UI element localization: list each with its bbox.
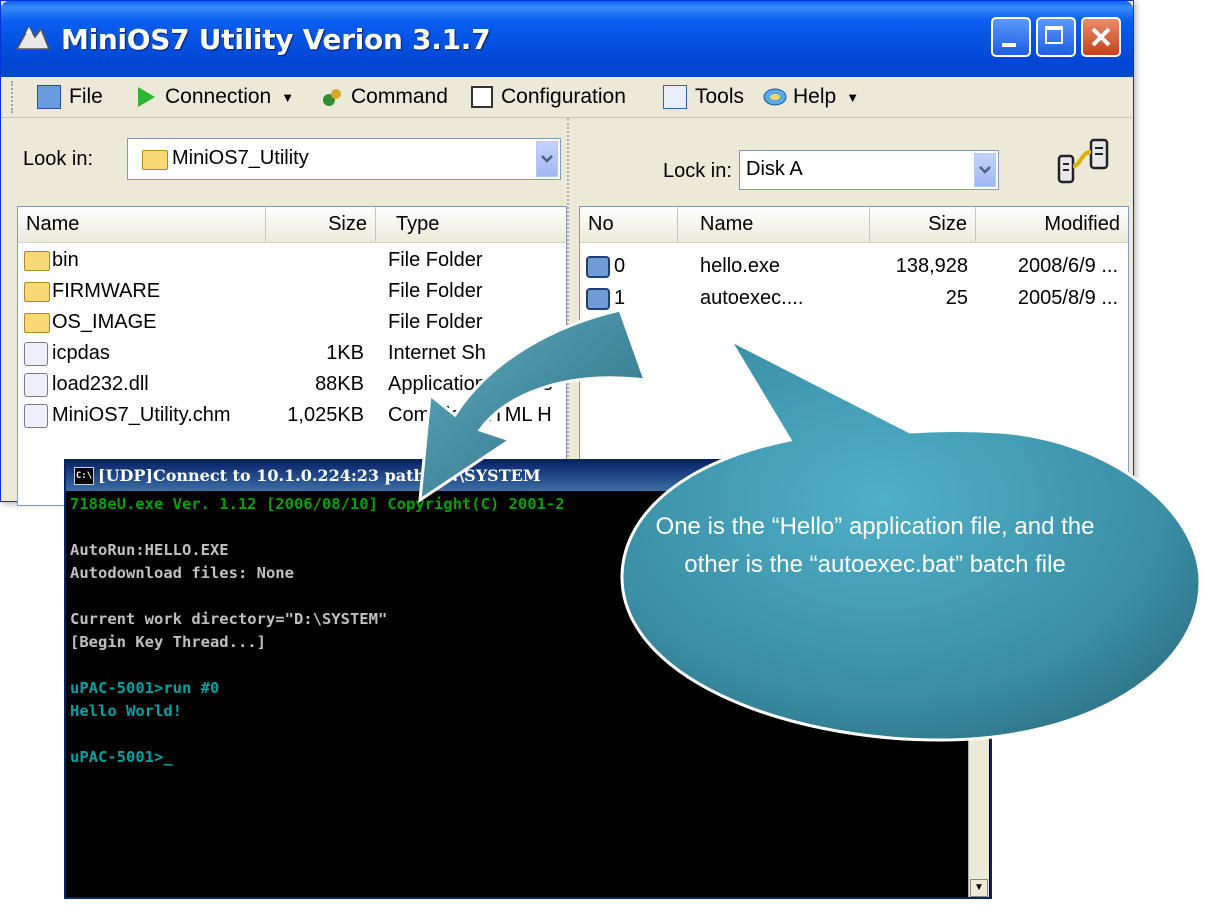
folder-icon <box>24 250 50 271</box>
file-type: File Folder <box>388 249 483 271</box>
console-line: uPAC-5001>_ <box>70 748 173 766</box>
file-name: MiniOS7_Utility.chm <box>52 404 231 426</box>
dropdown-arrow[interactable] <box>536 141 558 177</box>
chevron-down-icon <box>979 166 991 174</box>
folder-icon <box>142 150 168 170</box>
console-line: [Begin Key Thread...] <box>70 633 266 651</box>
table-row[interactable]: 0 hello.exe 138,928 2008/6/9 ... <box>586 251 1126 282</box>
chevron-down-icon <box>541 155 553 163</box>
disk-value: Disk A <box>746 158 803 180</box>
look-in-value: MiniOS7_Utility <box>172 147 309 169</box>
column-header[interactable]: Size <box>266 207 376 241</box>
console-line: uPAC-5001>run #0 <box>70 679 220 697</box>
app-icon <box>15 21 51 53</box>
disk-dropdown[interactable]: Disk A <box>739 150 999 190</box>
file-no: 0 <box>614 255 626 277</box>
maximize-button[interactable] <box>1036 17 1076 57</box>
column-header[interactable]: Name <box>18 207 266 241</box>
console-line: AutoRun:HELLO.EXE <box>70 541 229 559</box>
file-name: OS_IMAGE <box>52 311 157 333</box>
tools-icon <box>663 85 687 109</box>
file-size: 88KB <box>315 373 364 395</box>
file-icon <box>24 403 48 428</box>
help-icon <box>763 86 787 108</box>
console-output[interactable]: 7188eU.exe Ver. 1.12 [2006/08/10] Copyri… <box>70 493 565 769</box>
file-name: bin <box>52 249 79 271</box>
table-row[interactable]: bin File Folder <box>24 245 564 276</box>
console-icon: C:\ <box>74 467 94 485</box>
file-name: autoexec.... <box>700 287 804 309</box>
file-name: FIRMWARE <box>52 280 161 302</box>
menu-label: Help <box>793 85 837 108</box>
disk-file-icon <box>586 255 610 278</box>
menu-label: File <box>69 85 103 108</box>
console-line: Autodownload files: None <box>70 564 294 582</box>
minimize-button[interactable] <box>991 17 1031 57</box>
menu-label: Connection <box>165 85 272 108</box>
command-icon <box>321 86 343 108</box>
file-size: 1,025KB <box>287 404 364 426</box>
file-name: load232.dll <box>52 373 149 395</box>
column-header[interactable]: Modified <box>976 207 1128 241</box>
play-icon <box>135 86 157 108</box>
callout-text: One is the “Hello” application file, and… <box>655 513 1095 578</box>
menu-label: Configuration <box>501 85 626 108</box>
connection-icon[interactable] <box>1055 136 1115 188</box>
toolbar-grip[interactable] <box>11 81 17 113</box>
chevron-down-icon: ▼ <box>974 882 984 893</box>
scroll-down-button[interactable]: ▼ <box>970 879 988 897</box>
file-size: 1KB <box>326 342 364 364</box>
menu-label: Command <box>351 85 448 108</box>
column-header[interactable]: Type <box>388 207 568 241</box>
folder-icon <box>24 312 50 333</box>
table-row[interactable]: 1 autoexec.... 25 2005/8/9 ... <box>586 283 1126 314</box>
list-header: Name Size Type <box>18 207 566 243</box>
lock-in-label: Lock in: <box>663 160 732 182</box>
menu-label: Tools <box>695 85 745 108</box>
chevron-down-icon: ▼ <box>281 89 295 105</box>
menu-file[interactable]: File <box>37 83 103 111</box>
file-icon <box>37 85 61 109</box>
close-button[interactable] <box>1081 17 1121 57</box>
column-header[interactable]: Name <box>678 207 870 241</box>
toolbar: File Connection ▼ Command Configuration T… <box>1 77 1133 118</box>
menu-connection[interactable]: Connection ▼ <box>135 83 294 111</box>
console-line: Current work directory="D:\SYSTEM" <box>70 610 388 628</box>
window-title: MiniOS7 Utility Verion 3.1.7 <box>61 23 491 56</box>
file-name: hello.exe <box>700 255 781 277</box>
dropdown-arrow[interactable] <box>974 153 996 187</box>
menu-tools[interactable]: Tools <box>663 83 744 111</box>
file-modified: 2008/6/9 ... <box>1017 255 1118 277</box>
file-size: 25 <box>945 287 968 309</box>
title-bar[interactable]: MiniOS7 Utility Verion 3.1.7 <box>1 1 1133 77</box>
menu-configuration[interactable]: Configuration <box>471 83 626 111</box>
folder-icon <box>24 281 50 302</box>
file-icon <box>24 372 48 397</box>
file-icon <box>24 341 48 366</box>
look-in-dropdown[interactable]: MiniOS7_Utility <box>127 138 561 180</box>
file-modified: 2005/8/9 ... <box>1017 287 1118 309</box>
file-name: icpdas <box>52 342 110 364</box>
console-line: Hello World! <box>70 702 182 720</box>
file-size: 138,928 <box>895 255 968 277</box>
menu-command[interactable]: Command <box>321 83 448 111</box>
config-icon <box>471 86 493 108</box>
close-icon <box>1091 27 1111 47</box>
column-header[interactable]: Size <box>870 207 976 241</box>
menu-help[interactable]: Help ▼ <box>763 83 859 111</box>
look-in-label: Look in: <box>23 148 94 170</box>
column-header[interactable]: No <box>580 207 678 241</box>
chevron-down-icon: ▼ <box>846 89 860 105</box>
list-header: No Name Size Modified <box>580 207 1128 243</box>
